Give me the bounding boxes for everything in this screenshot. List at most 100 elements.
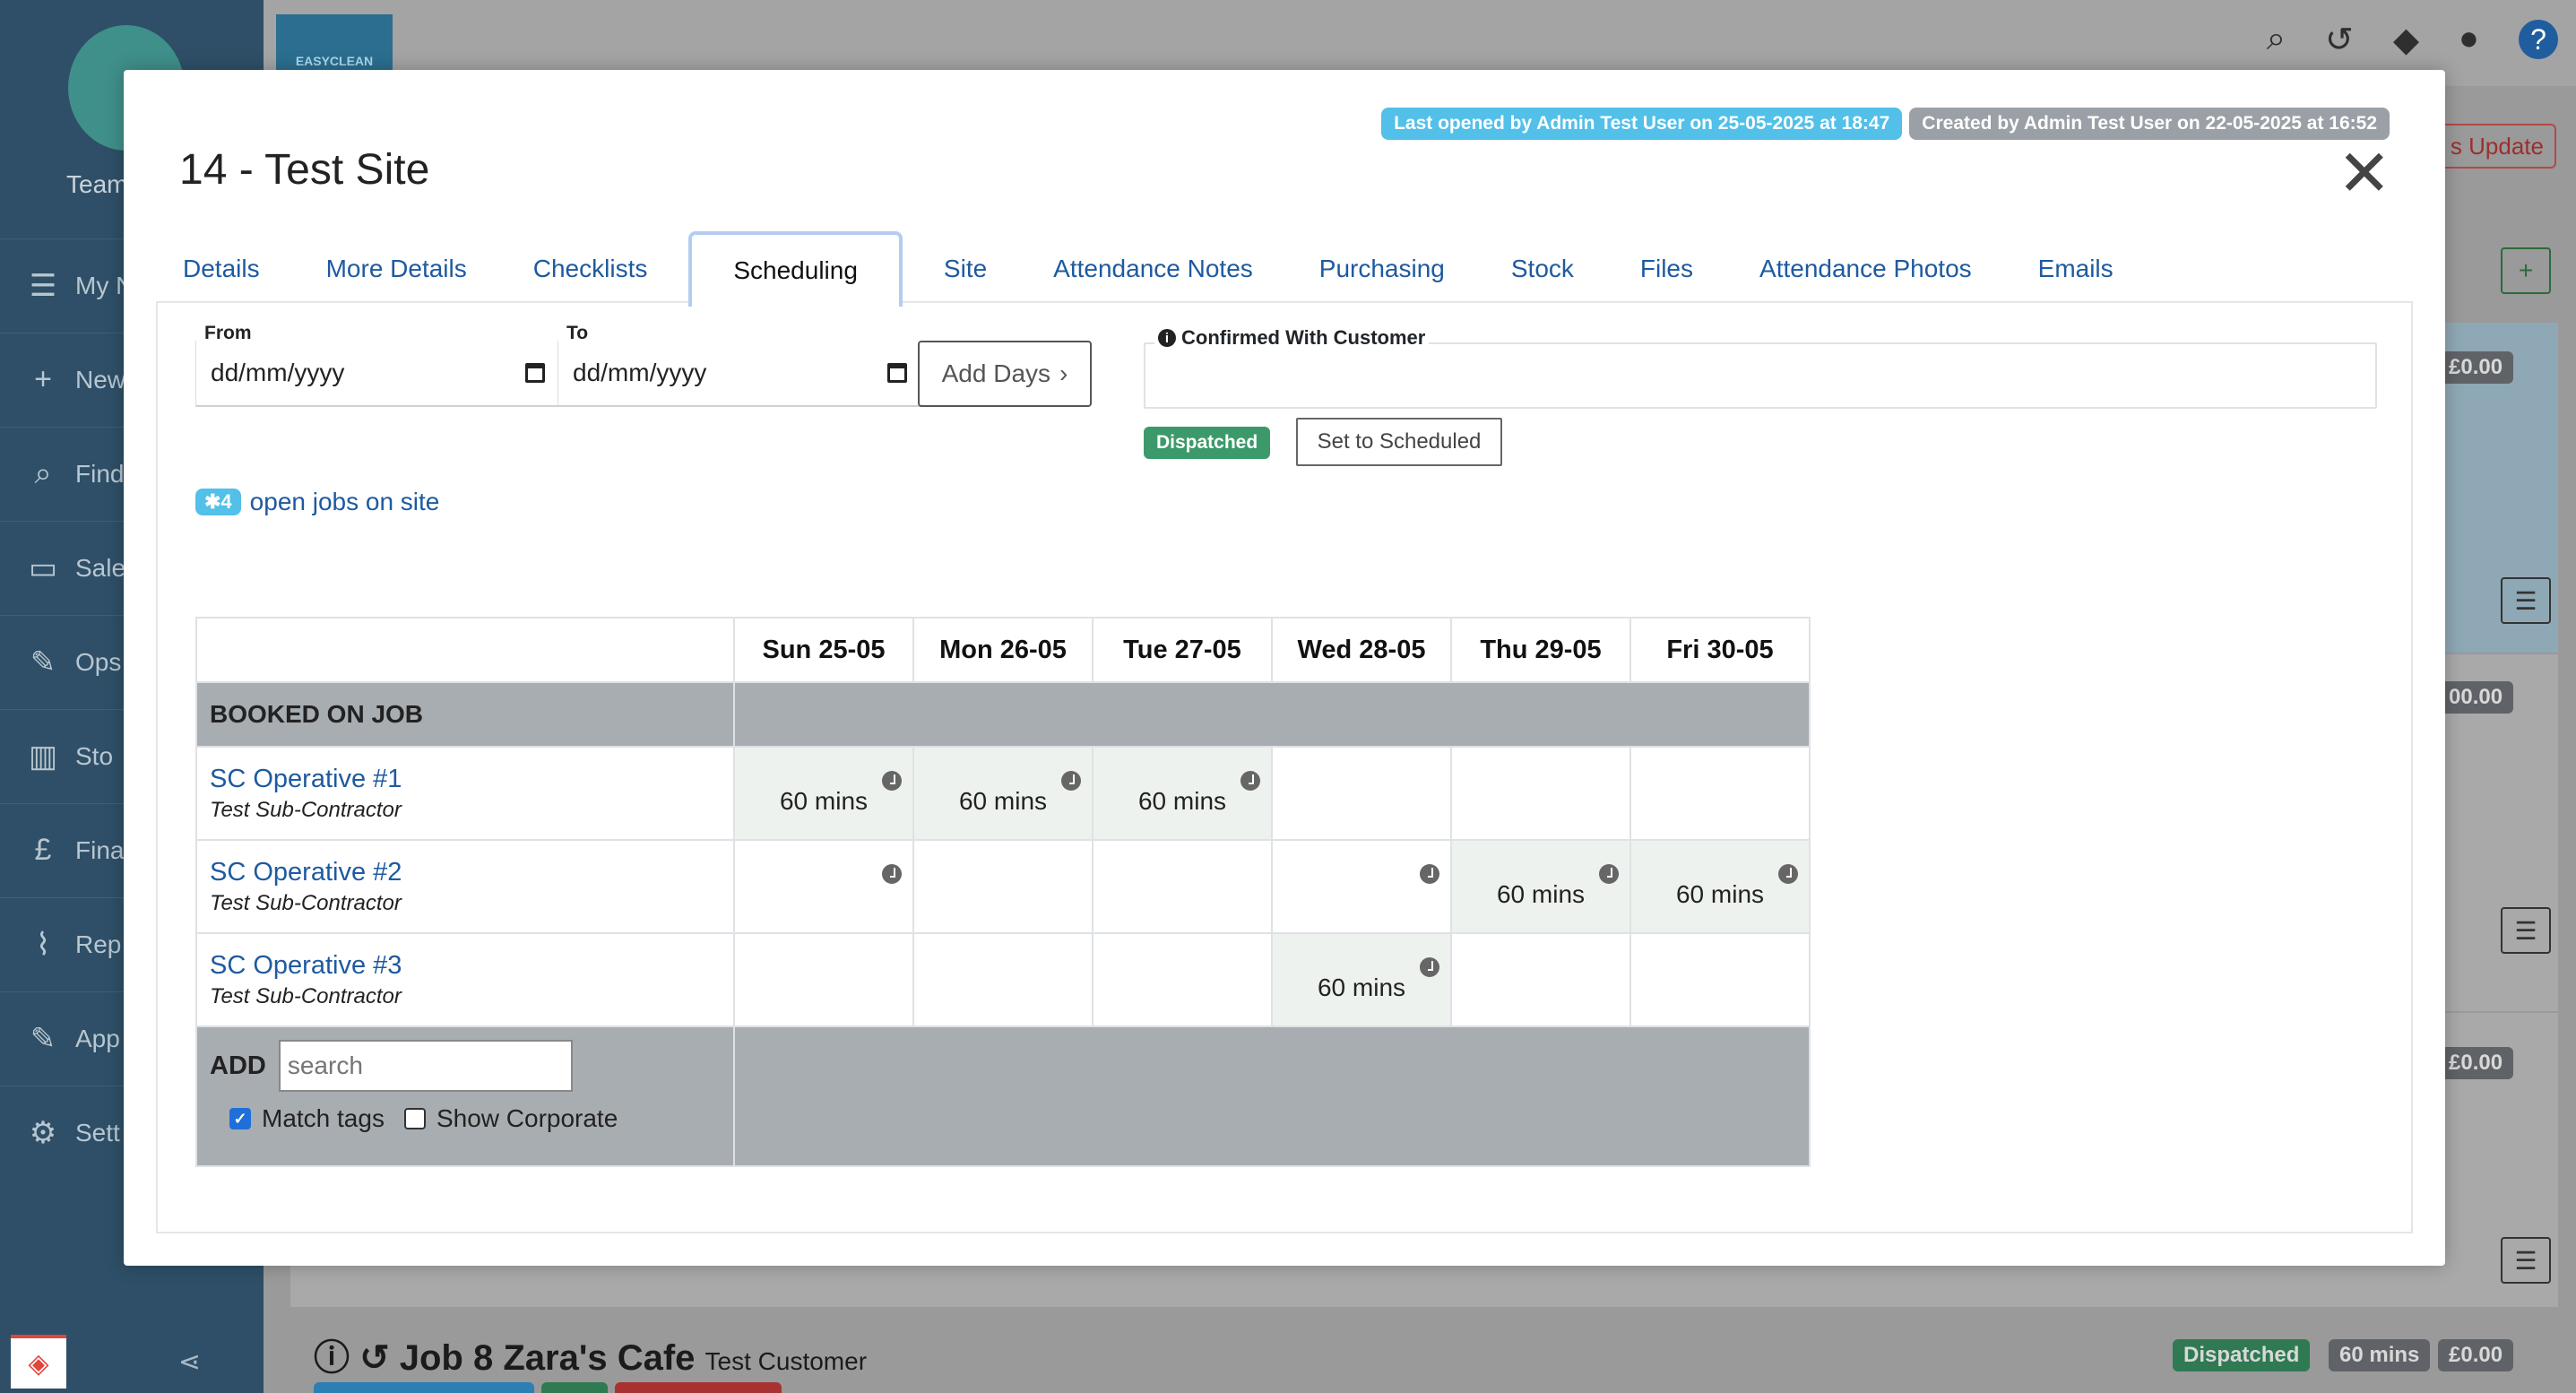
- tab-attendance-notes[interactable]: Attendance Notes: [1028, 231, 1278, 307]
- schedule-cell[interactable]: [1271, 839, 1452, 934]
- schedule-cell[interactable]: [1629, 932, 1811, 1027]
- bell-icon[interactable]: ◆: [2393, 20, 2419, 60]
- tab-more-details[interactable]: More Details: [301, 231, 492, 307]
- sidebar-footer: ◈ ⋖: [0, 1330, 264, 1393]
- match-tags-label: Match tags: [262, 1104, 385, 1132]
- calendar-icon[interactable]: [525, 363, 545, 383]
- to-date-field[interactable]: To dd/mm/yyyy: [558, 323, 921, 407]
- schedule-cell[interactable]: [912, 932, 1094, 1027]
- list-icon[interactable]: ☰: [2501, 1237, 2551, 1284]
- tab-purchasing[interactable]: Purchasing: [1294, 231, 1470, 307]
- open-jobs-link[interactable]: ✱4 open jobs on site: [195, 488, 439, 516]
- list-icon: ☰: [29, 268, 57, 303]
- operative-name-link[interactable]: SC Operative #3: [210, 951, 733, 981]
- schedule-cell[interactable]: 60 mins: [1092, 746, 1273, 841]
- status-badge: Dispatched: [2173, 1339, 2311, 1371]
- operative-search-input[interactable]: [278, 1040, 573, 1092]
- info-icon: ⓘ ↺: [314, 1338, 400, 1378]
- tab-checklists[interactable]: Checklists: [508, 231, 673, 307]
- tab-scheduling[interactable]: Scheduling: [688, 231, 903, 307]
- from-date-input[interactable]: dd/mm/yyyy: [195, 341, 559, 407]
- list-icon[interactable]: ☰: [2501, 577, 2551, 624]
- schedule-cell[interactable]: [733, 932, 914, 1027]
- schedule-cell[interactable]: [912, 839, 1094, 934]
- last-opened-badge: Last opened by Admin Test User on 25-05-…: [1381, 108, 1903, 140]
- set-to-scheduled-button[interactable]: Set to Scheduled: [1296, 418, 1502, 466]
- modal-tabs: Details More Details Checklists Scheduling S…: [158, 231, 2155, 307]
- clock-icon[interactable]: [1420, 864, 1439, 884]
- laravel-icon[interactable]: ◈: [11, 1335, 66, 1389]
- booked-duration: 60 mins: [1496, 880, 1586, 908]
- booked-duration: 60 mins: [958, 787, 1048, 815]
- tag-pill: [314, 1382, 534, 1393]
- status-update-button[interactable]: s Update: [2440, 124, 2556, 169]
- operative-name-link[interactable]: SC Operative #2: [210, 858, 733, 887]
- sidebar-item-label: Rep: [75, 930, 122, 958]
- close-icon[interactable]: ✕: [2338, 142, 2391, 206]
- modal-meta: Last opened by Admin Test User on 25-05-…: [1381, 108, 2390, 140]
- list-icon[interactable]: ☰: [2501, 907, 2551, 954]
- clock-icon[interactable]: [1061, 771, 1081, 791]
- schedule-cell[interactable]: [733, 839, 914, 934]
- help-icon[interactable]: ?: [2519, 20, 2558, 59]
- booked-duration: 60 mins: [779, 787, 869, 815]
- add-days-button[interactable]: Add Days ›: [918, 341, 1092, 407]
- operative-name-link[interactable]: SC Operative #1: [210, 765, 733, 794]
- booked-section-fill: [733, 681, 1811, 748]
- tab-files[interactable]: Files: [1615, 231, 1718, 307]
- company-logo: EASYCLEAN: [276, 14, 393, 72]
- tab-stock[interactable]: Stock: [1486, 231, 1599, 307]
- show-corporate-box[interactable]: [403, 1108, 426, 1129]
- schedule-cell[interactable]: 60 mins: [733, 746, 914, 841]
- confirmed-with-customer-field[interactable]: [1144, 342, 2377, 409]
- pound-icon: £: [34, 833, 52, 867]
- scheduling-panel: From dd/mm/yyyy To dd/mm/yyyy Add Days ›…: [156, 301, 2413, 1233]
- clock-icon[interactable]: [882, 771, 902, 791]
- tag-pill: [615, 1382, 782, 1393]
- tools-icon: ✎: [30, 1021, 56, 1056]
- created-badge: Created by Admin Test User on 22-05-2025…: [1909, 108, 2390, 140]
- tab-attendance-photos[interactable]: Attendance Photos: [1734, 231, 1997, 307]
- tab-emails[interactable]: Emails: [2013, 231, 2139, 307]
- tab-site[interactable]: Site: [919, 231, 1012, 307]
- from-date-value: dd/mm/yyyy: [211, 359, 345, 386]
- to-date-input[interactable]: dd/mm/yyyy: [558, 341, 921, 407]
- clock-icon[interactable]: [1778, 864, 1798, 884]
- clock-icon[interactable]: [1599, 864, 1619, 884]
- operative-row: SC Operative #3 Test Sub-Contractor 60 min…: [195, 932, 1811, 1027]
- gear-icon: ⚙: [29, 1115, 57, 1150]
- schedule-cell[interactable]: [1092, 839, 1273, 934]
- search-icon[interactable]: ⌕: [2267, 20, 2286, 60]
- calendar-icon[interactable]: [887, 363, 907, 383]
- schedule-cell[interactable]: 60 mins: [1450, 839, 1631, 934]
- background-job-title[interactable]: ⓘ ↺ Job 8 Zara's Cafe Test Customer: [314, 1328, 867, 1380]
- sidebar-item-label: Sett: [75, 1118, 120, 1146]
- operative-company: Test Sub-Contractor: [210, 797, 402, 822]
- share-icon[interactable]: ⋖: [178, 1346, 201, 1378]
- schedule-cell[interactable]: 60 mins: [1271, 932, 1452, 1027]
- day-header: Mon 26-05: [912, 617, 1094, 683]
- operative-company: Test Sub-Contractor: [210, 983, 402, 1008]
- tab-details[interactable]: Details: [158, 231, 285, 307]
- clock-icon[interactable]: [882, 864, 902, 884]
- schedule-cell[interactable]: [1450, 746, 1631, 841]
- match-tags-box[interactable]: ✓: [229, 1108, 251, 1129]
- schedule-cell[interactable]: [1271, 746, 1452, 841]
- schedule-corner-cell: [195, 617, 735, 683]
- operative-company: Test Sub-Contractor: [210, 890, 402, 915]
- history-icon[interactable]: ↺: [2325, 20, 2354, 60]
- site-modal: Last opened by Admin Test User on 25-05-…: [124, 70, 2445, 1266]
- schedule-cell[interactable]: [1629, 746, 1811, 841]
- schedule-cell[interactable]: [1092, 932, 1273, 1027]
- schedule-cell[interactable]: [1450, 932, 1631, 1027]
- add-icon[interactable]: +: [2501, 247, 2551, 294]
- from-date-field[interactable]: From dd/mm/yyyy: [195, 323, 559, 407]
- schedule-cell[interactable]: 60 mins: [912, 746, 1094, 841]
- user-icon[interactable]: ●: [2459, 20, 2479, 60]
- clock-icon[interactable]: [1240, 771, 1260, 791]
- show-corporate-checkbox[interactable]: Show Corporate: [403, 1104, 618, 1133]
- clock-icon[interactable]: [1420, 957, 1439, 977]
- schedule-cell[interactable]: 60 mins: [1629, 839, 1811, 934]
- match-tags-checkbox[interactable]: ✓ Match tags: [229, 1104, 385, 1133]
- to-label: To: [566, 323, 589, 344]
